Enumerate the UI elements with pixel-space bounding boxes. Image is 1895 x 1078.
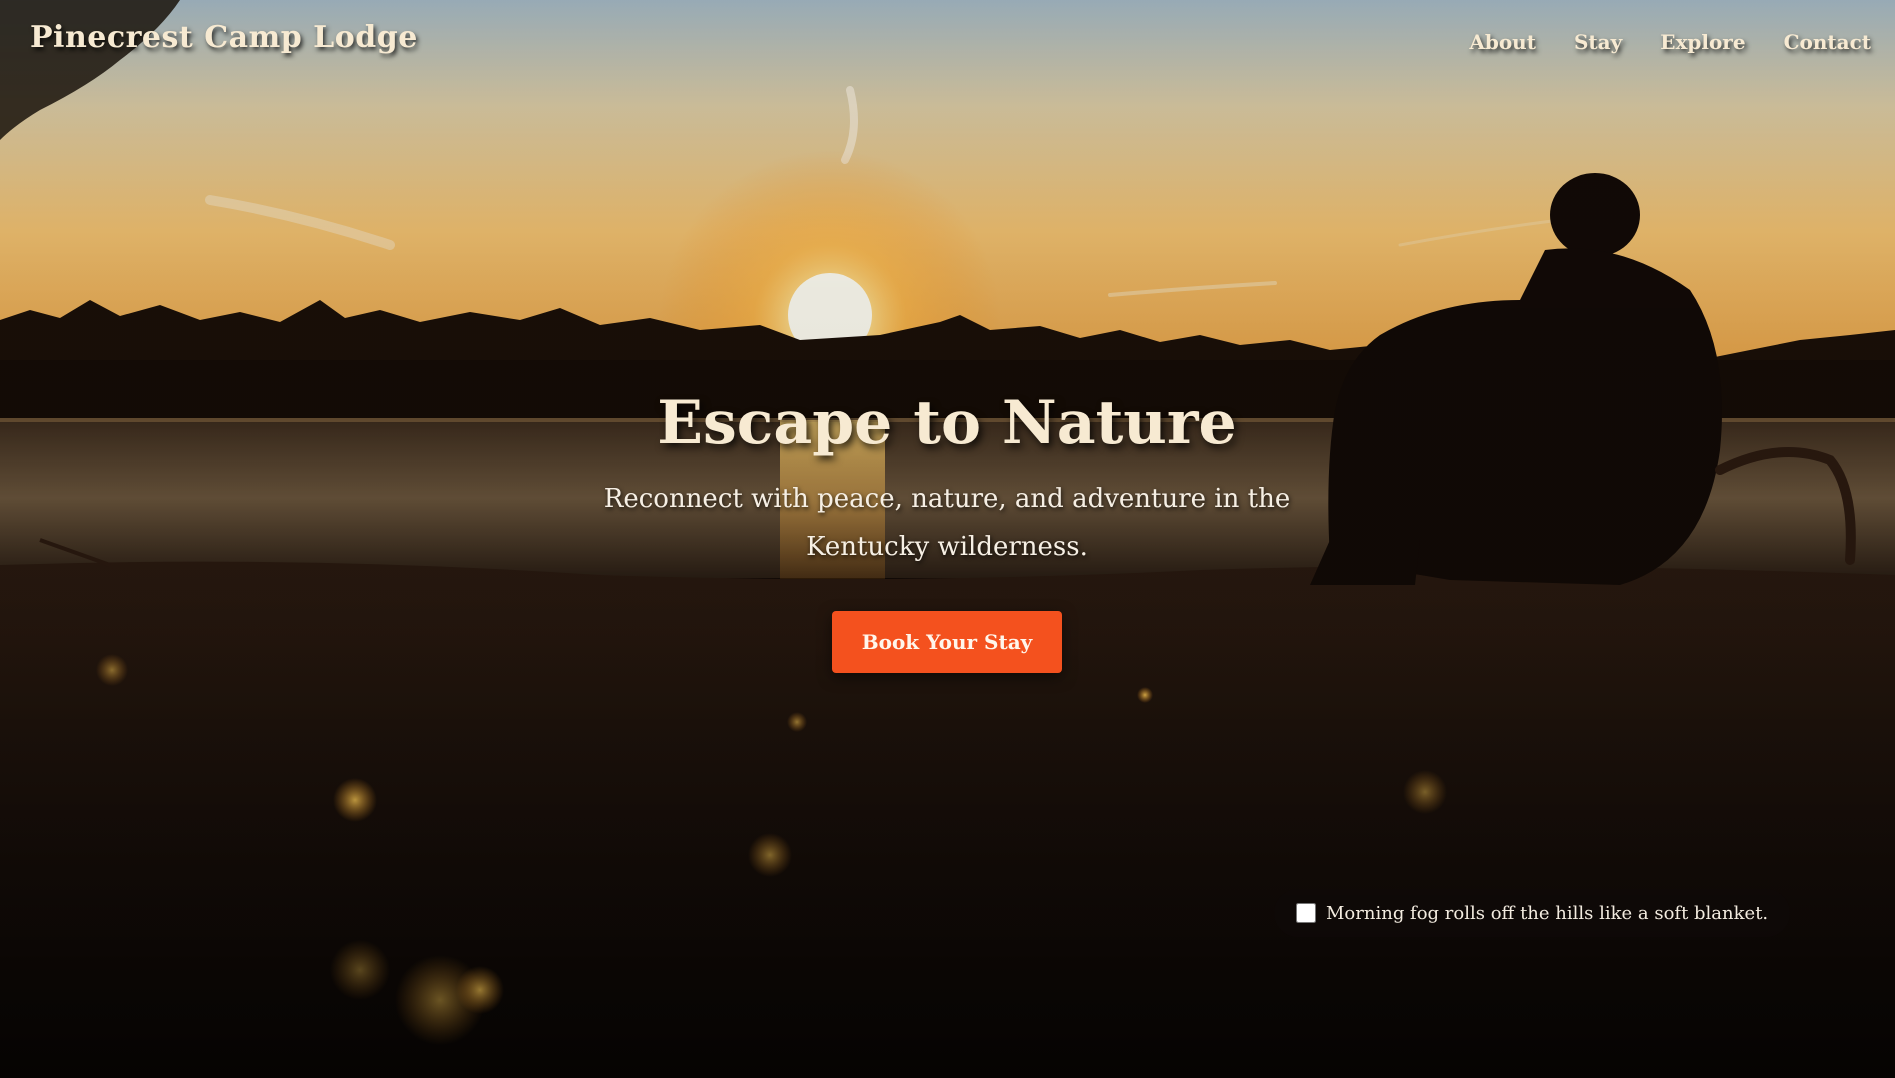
site-logo[interactable]: Pinecrest Camp Lodge (30, 20, 418, 55)
tip-text: Morning fog rolls off the hills like a s… (1326, 902, 1769, 924)
hero-content: Escape to Nature Reconnect with peace, n… (547, 385, 1347, 673)
hero-section: Pinecrest Camp Lodge About Stay Explore … (0, 0, 1895, 1078)
top-navigation: Pinecrest Camp Lodge About Stay Explore … (0, 0, 1895, 90)
tip-checkbox[interactable] (1296, 903, 1316, 923)
hero-subtitle: Reconnect with peace, nature, and advent… (603, 484, 1291, 562)
nav-links: About Stay Explore Contact (1469, 30, 1871, 54)
nav-link-explore[interactable]: Explore (1660, 30, 1745, 54)
nav-link-contact[interactable]: Contact (1784, 30, 1871, 54)
nav-link-stay[interactable]: Stay (1574, 30, 1622, 54)
nav-link-about[interactable]: About (1469, 30, 1536, 54)
hero-title: Escape to Nature (657, 388, 1237, 458)
nature-tip: Morning fog rolls off the hills like a s… (1274, 889, 1791, 937)
book-your-stay-button[interactable]: Book Your Stay (831, 611, 1063, 673)
